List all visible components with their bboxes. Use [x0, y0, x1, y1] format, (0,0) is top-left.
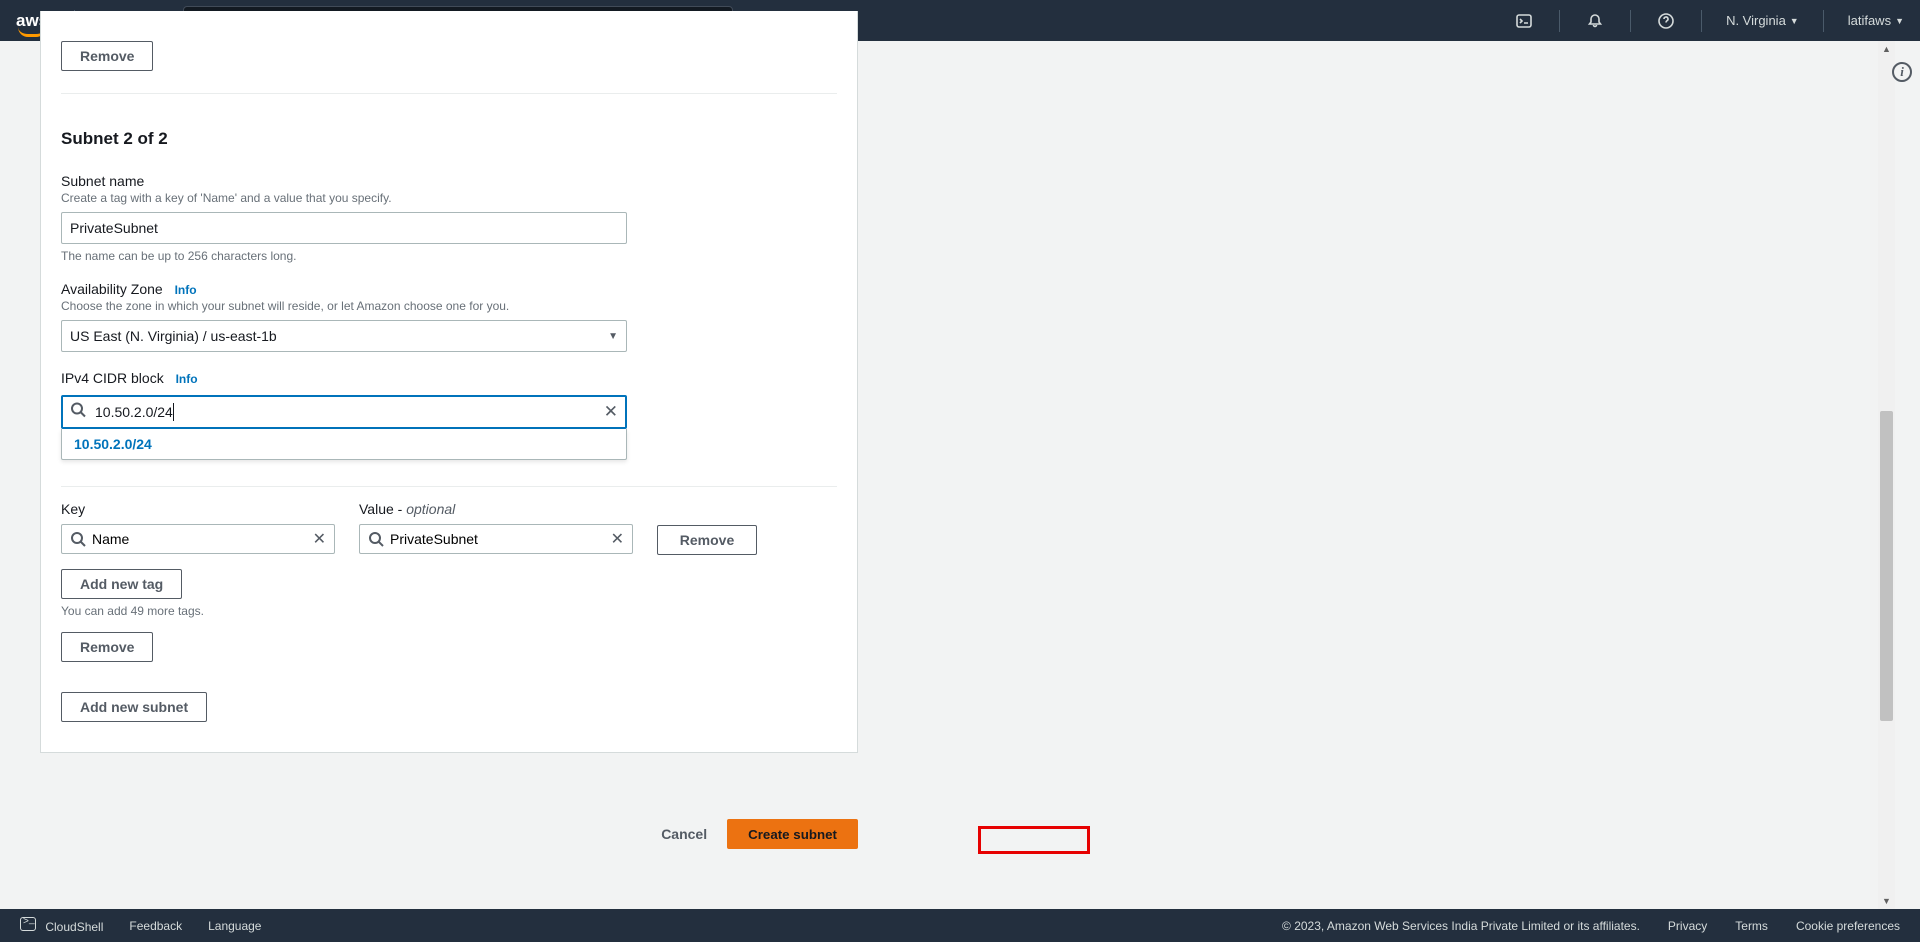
scrollbar[interactable]: ▲ ▼: [1878, 41, 1895, 909]
terms-link[interactable]: Terms: [1735, 919, 1768, 933]
text-cursor: [173, 403, 174, 421]
tag-key-input[interactable]: Name ✕: [61, 524, 335, 554]
divider: [61, 486, 837, 487]
divider: [1701, 10, 1702, 32]
tag-value-label: Value - optional: [359, 501, 633, 517]
search-icon: [70, 531, 86, 547]
tag-value-input[interactable]: PrivateSubnet ✕: [359, 524, 633, 554]
annotation-highlight: [978, 826, 1090, 854]
subnet-name-field: Subnet name Create a tag with a key of '…: [61, 173, 837, 263]
bell-icon[interactable]: [1584, 10, 1606, 32]
subnet-name-label: Subnet name: [61, 173, 837, 189]
cloudshell-link[interactable]: CloudShell: [20, 917, 103, 934]
chevron-down-icon: ▼: [608, 331, 618, 342]
search-icon: [70, 402, 86, 423]
divider: [1823, 10, 1824, 32]
cidr-info-link[interactable]: Info: [176, 372, 198, 386]
nav-right: N. Virginia▼ latifaws▼: [1513, 10, 1904, 32]
az-label: Availability Zone Info: [61, 281, 837, 297]
clear-icon[interactable]: ✕: [611, 529, 624, 549]
az-selected-value: US East (N. Virginia) / us-east-1b: [70, 328, 277, 344]
divider: [1559, 10, 1560, 32]
cloudshell-icon: [20, 917, 36, 931]
cookie-preferences-link[interactable]: Cookie preferences: [1796, 919, 1900, 933]
help-icon[interactable]: [1655, 10, 1677, 32]
az-select[interactable]: US East (N. Virginia) / us-east-1b ▼: [61, 320, 627, 352]
az-info-link[interactable]: Info: [175, 283, 197, 297]
subnet-name-desc: Create a tag with a key of 'Name' and a …: [61, 191, 837, 205]
remove-tag-button[interactable]: Remove: [657, 525, 757, 555]
subnet-form-panel: Remove Subnet 2 of 2 Subnet name Create …: [40, 11, 858, 753]
caret-down-icon: ▼: [1790, 16, 1799, 26]
privacy-link[interactable]: Privacy: [1668, 919, 1707, 933]
scroll-thumb[interactable]: [1880, 411, 1893, 721]
language-link[interactable]: Language: [208, 919, 261, 933]
remove-subnet-1-button[interactable]: Remove: [61, 41, 153, 71]
subnet-name-input[interactable]: [61, 212, 627, 244]
bottom-bar: CloudShell Feedback Language © 2023, Ama…: [0, 909, 1920, 942]
form-actions: Cancel Create subnet: [40, 819, 858, 849]
tag-row: Key Name ✕ Value - optional PrivateSubne…: [61, 501, 837, 555]
caret-down-icon: ▼: [1895, 16, 1904, 26]
tag-key-label: Key: [61, 501, 335, 517]
clear-icon[interactable]: ✕: [313, 529, 326, 549]
subnet-name-hint: The name can be up to 256 characters lon…: [61, 249, 837, 263]
search-icon: [368, 531, 384, 547]
tags-remaining-hint: You can add 49 more tags.: [61, 604, 837, 618]
cidr-input[interactable]: 10.50.2.0/24: [61, 395, 627, 429]
account-menu[interactable]: latifaws▼: [1848, 13, 1904, 28]
cidr-suggestion-item[interactable]: 10.50.2.0/24: [62, 429, 626, 459]
section-heading: Subnet 2 of 2: [61, 129, 837, 149]
cloudshell-icon[interactable]: [1513, 10, 1535, 32]
cidr-field: IPv4 CIDR block Info 10.50.2.0/24 ✕ 10.5…: [61, 370, 837, 429]
feedback-link[interactable]: Feedback: [129, 919, 182, 933]
cidr-label: IPv4 CIDR block Info: [61, 370, 837, 386]
create-subnet-button[interactable]: Create subnet: [727, 819, 858, 849]
region-selector[interactable]: N. Virginia▼: [1726, 13, 1799, 28]
add-tag-button[interactable]: Add new tag: [61, 569, 182, 599]
divider: [1630, 10, 1631, 32]
main-content: ▲ ▼ i Remove Subnet 2 of 2 Subnet name C…: [0, 41, 1920, 909]
cidr-input-wrap: 10.50.2.0/24 ✕ 10.50.2.0/24: [61, 395, 627, 429]
copyright-text: © 2023, Amazon Web Services India Privat…: [1282, 919, 1640, 933]
cidr-suggestions: 10.50.2.0/24: [61, 429, 627, 460]
info-panel-toggle[interactable]: i: [1892, 62, 1912, 82]
az-field: Availability Zone Info Choose the zone i…: [61, 281, 837, 352]
clear-icon[interactable]: ✕: [604, 402, 618, 422]
remove-subnet-button[interactable]: Remove: [61, 632, 153, 662]
scroll-down-icon[interactable]: ▼: [1882, 896, 1891, 906]
cancel-button[interactable]: Cancel: [661, 826, 707, 842]
az-desc: Choose the zone in which your subnet wil…: [61, 299, 837, 313]
scroll-up-icon[interactable]: ▲: [1882, 44, 1891, 54]
add-subnet-button[interactable]: Add new subnet: [61, 692, 207, 722]
